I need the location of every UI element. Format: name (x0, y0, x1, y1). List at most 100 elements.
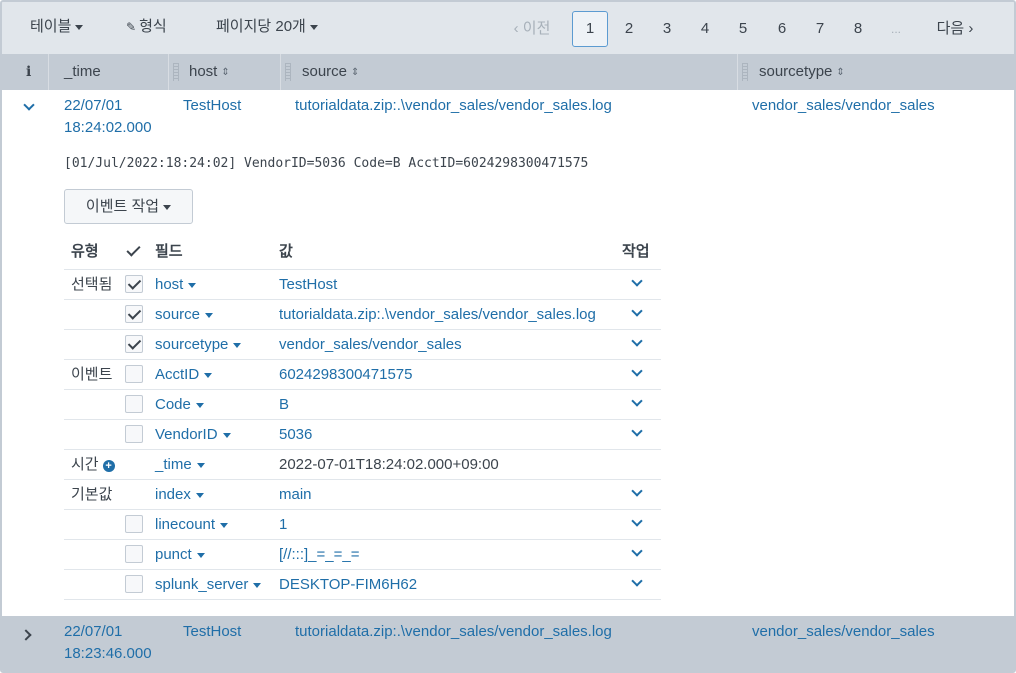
event-host[interactable]: TestHost (183, 95, 241, 117)
chevron-down-icon[interactable] (630, 277, 644, 291)
field-name-dropdown[interactable]: VendorID (155, 420, 231, 449)
events-panel: 테이블 ✎ 형식 페이지당 20개 ‹ 이전 1 2 3 4 5 6 7 8 ..… (0, 0, 1016, 673)
event-time[interactable]: 22/07/01 18:24:02.000 (64, 95, 152, 139)
field-name-dropdown[interactable]: Code (155, 390, 204, 419)
field-checkbox[interactable] (125, 275, 143, 293)
event-actions-button[interactable]: 이벤트 작업 (64, 189, 193, 224)
field-value[interactable]: tutorialdata.zip:.\vendor_sales/vendor_s… (279, 300, 596, 329)
collapse-chevron-icon[interactable] (22, 101, 36, 115)
caret-down-icon (195, 492, 204, 498)
chevron-down-icon[interactable] (630, 367, 644, 381)
field-value[interactable]: vendor_sales/vendor_sales (279, 330, 462, 359)
caret-down-icon (222, 432, 231, 438)
event-source[interactable]: tutorialdata.zip:.\vendor_sales/vendor_s… (295, 95, 612, 117)
page-2-button[interactable]: 2 (616, 12, 642, 46)
column-sourcetype[interactable]: sourcetype ⇕ (759, 54, 845, 90)
field-value[interactable]: main (279, 480, 312, 509)
field-checkbox[interactable] (125, 515, 143, 533)
field-name-dropdown[interactable]: punct (155, 540, 205, 569)
field-value[interactable]: 1 (279, 510, 287, 539)
field-name: VendorID (155, 426, 218, 443)
field-name-dropdown[interactable]: sourcetype (155, 330, 242, 359)
field-value[interactable]: B (279, 390, 289, 419)
page-8-button[interactable]: 8 (845, 12, 871, 46)
field-checkbox[interactable] (125, 425, 143, 443)
field-row-punct: punct [//:::]_=_=_= (64, 539, 661, 569)
event-time[interactable]: 22/07/01 18:23:46.000 (64, 621, 152, 665)
field-value[interactable]: 5036 (279, 420, 312, 449)
plus-circle-icon[interactable]: + (102, 460, 115, 472)
chevron-down-icon[interactable] (630, 547, 644, 561)
chevron-down-icon[interactable] (630, 427, 644, 441)
prev-page-button[interactable]: ‹ 이전 (506, 12, 558, 46)
field-name-dropdown[interactable]: splunk_server (155, 570, 262, 599)
column-source[interactable]: source ⇕ (302, 54, 359, 90)
field-checkbox[interactable] (125, 395, 143, 413)
header-action: 작업 (622, 243, 650, 260)
field-name: Code (155, 396, 191, 413)
page-3-button[interactable]: 3 (654, 12, 680, 46)
field-name-dropdown[interactable]: _time (155, 450, 205, 479)
drag-handle-icon[interactable] (742, 63, 748, 81)
caret-down-icon (204, 372, 213, 378)
chevron-down-icon[interactable] (630, 397, 644, 411)
results-toolbar: 테이블 ✎ 형식 페이지당 20개 ‹ 이전 1 2 3 4 5 6 7 8 ..… (2, 2, 1014, 54)
field-checkbox[interactable] (125, 305, 143, 323)
info-icon: i (26, 64, 32, 80)
field-name-dropdown[interactable]: AcctID (155, 360, 213, 389)
event-host[interactable]: TestHost (183, 621, 241, 643)
chevron-down-icon[interactable] (630, 307, 644, 321)
page-4-button[interactable]: 4 (692, 12, 718, 46)
group-label-event: 이벤트 (71, 366, 113, 383)
field-value[interactable]: DESKTOP-FIM6H62 (279, 570, 417, 599)
field-value[interactable]: [//:::]_=_=_= (279, 540, 359, 569)
expand-chevron-icon[interactable] (22, 629, 34, 641)
event-source[interactable]: tutorialdata.zip:.\vendor_sales/vendor_s… (295, 621, 612, 643)
column-host[interactable]: host ⇕ (189, 54, 230, 90)
chevron-down-icon[interactable] (630, 337, 644, 351)
field-checkbox[interactable] (125, 365, 143, 383)
field-value[interactable]: 6024298300471575 (279, 360, 412, 389)
event-sourcetype[interactable]: vendor_sales/vendor_sales (752, 621, 935, 643)
caret-down-icon (196, 462, 205, 468)
column-time[interactable]: _time (64, 54, 101, 90)
field-name-dropdown[interactable]: source (155, 300, 214, 329)
chevron-down-icon[interactable] (630, 517, 644, 531)
page-5-button[interactable]: 5 (730, 12, 756, 46)
event-sourcetype[interactable]: vendor_sales/vendor_sales (752, 95, 935, 117)
field-name-dropdown[interactable]: host (155, 270, 197, 299)
caret-down-icon (205, 312, 214, 318)
header-field: 필드 (155, 243, 183, 260)
caret-down-icon (163, 204, 172, 210)
header-type: 유형 (71, 243, 99, 260)
field-checkbox[interactable] (125, 545, 143, 563)
chevron-down-icon[interactable] (630, 577, 644, 591)
field-row-vendorid: VendorID 5036 (64, 419, 661, 449)
field-name: _time (155, 456, 192, 473)
page-6-button[interactable]: 6 (769, 12, 795, 46)
field-name: splunk_server (155, 576, 249, 593)
caret-down-icon (195, 402, 204, 408)
field-row-sourcetype: sourcetype vendor_sales/vendor_sales (64, 329, 661, 359)
select-all-checkbox[interactable] (125, 243, 143, 261)
caret-down-icon (220, 522, 229, 528)
field-checkbox[interactable] (125, 575, 143, 593)
page-1-button[interactable]: 1 (572, 11, 608, 47)
field-name: linecount (155, 516, 216, 533)
caret-down-icon (253, 582, 262, 588)
field-name-dropdown[interactable]: index (155, 480, 204, 509)
field-value: 2022-07-01T18:24:02.000+09:00 (279, 456, 499, 473)
drag-handle-icon[interactable] (173, 63, 179, 81)
field-checkbox[interactable] (125, 335, 143, 353)
page-7-button[interactable]: 7 (807, 12, 833, 46)
chevron-down-icon[interactable] (630, 487, 644, 501)
page-ellipsis: ... (890, 22, 901, 36)
drag-handle-icon[interactable] (285, 63, 291, 81)
field-value[interactable]: TestHost (279, 270, 337, 299)
next-page-button[interactable]: 다음 › (930, 12, 980, 46)
field-row-index: 기본값 index main (64, 479, 661, 509)
field-name: punct (155, 546, 192, 563)
column-divider (48, 54, 49, 90)
sort-icon: ⇕ (836, 67, 845, 78)
field-name-dropdown[interactable]: linecount (155, 510, 229, 539)
